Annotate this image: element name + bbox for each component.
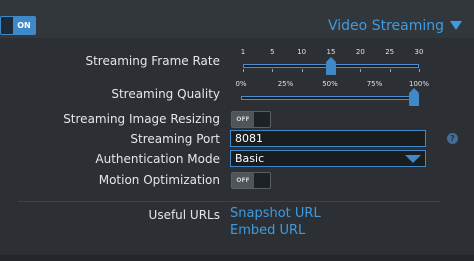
section-enable-toggle[interactable]: ON	[0, 16, 36, 35]
image-resizing-label: Streaming Image Resizing	[63, 112, 220, 126]
frame-rate-tick-label: 15	[326, 48, 336, 56]
auth-mode-select[interactable]: Basic	[230, 150, 426, 167]
collapse-arrow-icon[interactable]	[450, 21, 462, 30]
image-resizing-toggle[interactable]: OFF	[231, 111, 271, 128]
section-header: ON Video Streaming	[0, 0, 474, 38]
frame-rate-tick-label: 30	[414, 48, 424, 56]
frame-rate-tick-mark	[419, 69, 420, 72]
frame-rate-tick-mark	[360, 69, 362, 72]
quality-label: Streaming Quality	[111, 87, 220, 101]
quality-tick-labels: 0% 25% 50% 75% 100%	[235, 80, 429, 89]
bottom-edge	[0, 255, 474, 261]
motion-optimization-label: Motion Optimization	[98, 173, 220, 187]
embed-url-link[interactable]: Embed URL	[230, 223, 305, 238]
motion-optimization-toggle-label: OFF	[232, 173, 254, 188]
port-input[interactable]: 8081	[230, 130, 426, 147]
frame-rate-tick-mark	[389, 69, 391, 72]
image-resizing-toggle-label: OFF	[232, 112, 254, 127]
video-streaming-panel: ON Video Streaming Streaming Frame Rate …	[0, 0, 474, 261]
quality-tick-label: 100%	[408, 80, 430, 88]
section-title[interactable]: Video Streaming	[328, 17, 444, 35]
dropdown-arrow-icon	[405, 155, 421, 163]
help-icon[interactable]: ?	[447, 133, 458, 144]
port-value: 8081	[235, 132, 263, 145]
snapshot-url-link[interactable]: Snapshot URL	[230, 206, 321, 221]
frame-rate-tick-labels: 1 5 10 15 20 25 30	[240, 48, 424, 57]
useful-urls-label: Useful URLs	[148, 208, 220, 222]
quality-tick-label: 25%	[277, 80, 294, 88]
frame-rate-tick-label: 10	[297, 48, 307, 56]
toggle-on-label: ON	[13, 17, 35, 34]
quality-tick-label: 50%	[322, 80, 338, 88]
frame-rate-label: Streaming Frame Rate	[85, 54, 220, 68]
frame-rate-tick-label: 5	[270, 48, 275, 56]
auth-mode-label: Authentication Mode	[95, 152, 220, 166]
frame-rate-tick-mark	[301, 69, 303, 72]
quality-slider-thumb[interactable]	[409, 88, 419, 106]
frame-rate-slider-thumb[interactable]	[326, 57, 336, 75]
frame-rate-tick-label: 1	[240, 48, 246, 56]
frame-rate-tick-mark	[272, 69, 274, 72]
motion-optimization-toggle[interactable]: OFF	[231, 172, 271, 189]
quality-tick-label: 0%	[235, 80, 247, 88]
quality-tick-label: 75%	[366, 80, 383, 88]
frame-rate-tick-label: 20	[355, 48, 365, 56]
section-divider	[18, 201, 440, 202]
auth-mode-value: Basic	[235, 152, 265, 165]
frame-rate-tick-label: 25	[385, 48, 395, 56]
frame-rate-tick-mark	[243, 69, 244, 72]
quality-slider-track[interactable]	[241, 96, 419, 100]
port-label: Streaming Port	[130, 132, 220, 146]
